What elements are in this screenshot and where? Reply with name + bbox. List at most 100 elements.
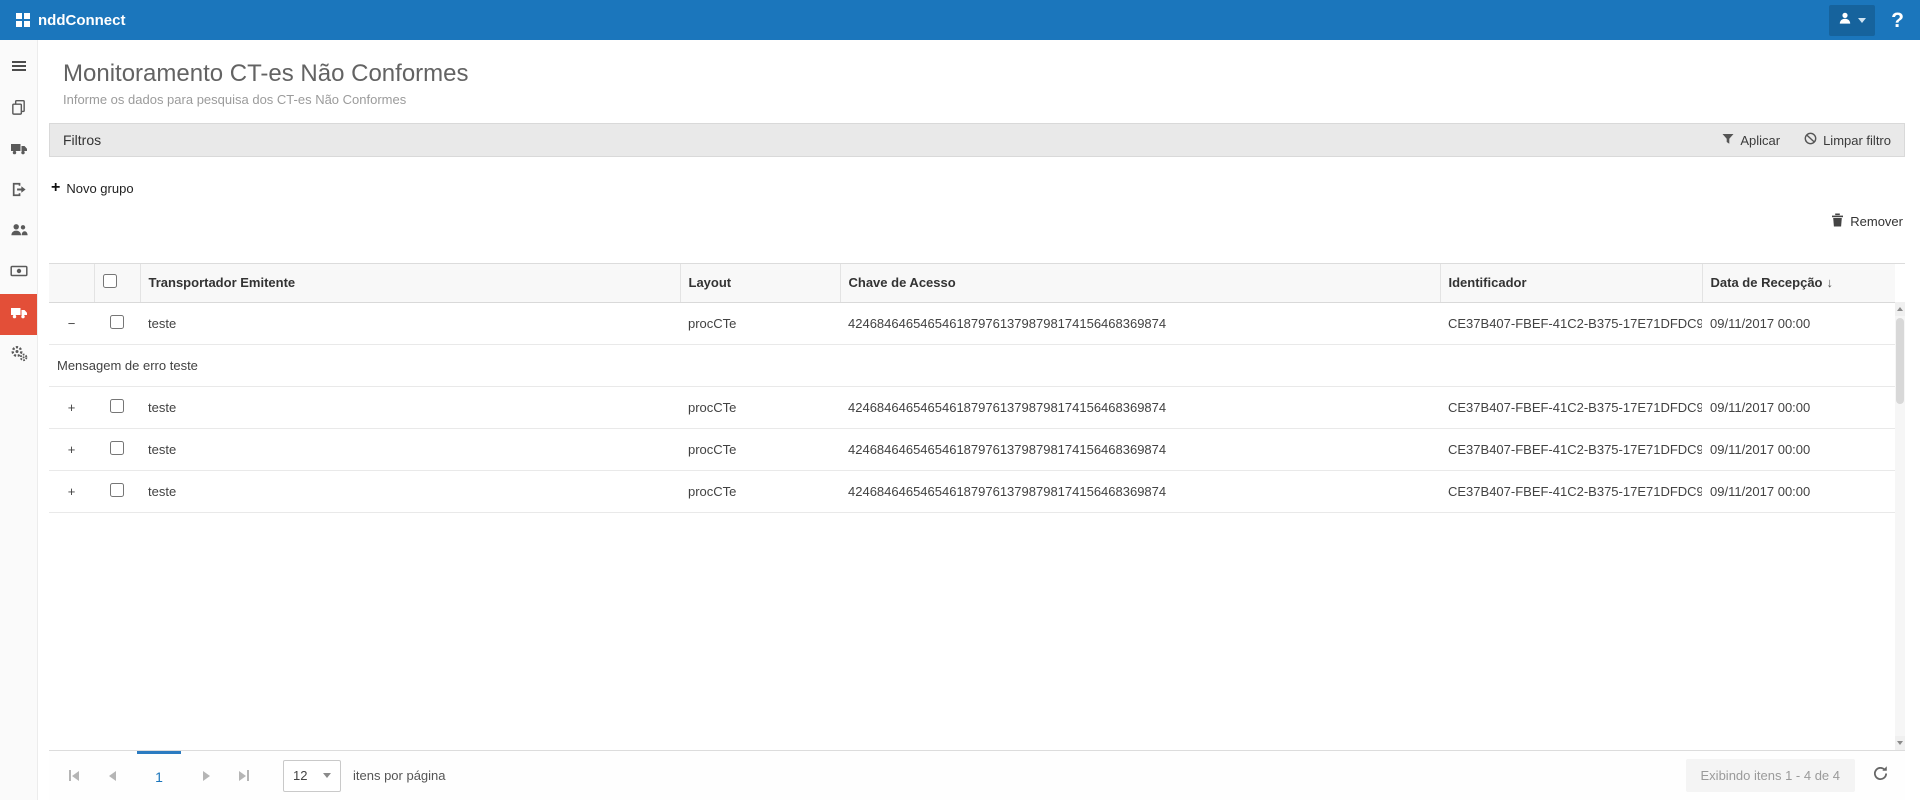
- column-header-identificador[interactable]: Identificador: [1440, 264, 1702, 302]
- sidebar-item-billing[interactable]: [0, 253, 37, 294]
- main-content: Monitoramento CT-es Não Conformes Inform…: [38, 40, 1920, 800]
- row-expand-toggle[interactable]: +: [49, 470, 94, 512]
- help-button[interactable]: ?: [1891, 10, 1904, 31]
- triangle-right-icon: [203, 771, 210, 781]
- triangle-right-icon: [239, 771, 246, 781]
- plus-icon: +: [51, 180, 60, 196]
- next-page-button[interactable]: [193, 763, 219, 789]
- clear-filter-button[interactable]: Limpar filtro: [1804, 132, 1891, 148]
- table-header-row: Transportador Emitente Layout Chave de A…: [49, 264, 1895, 302]
- row-checkbox[interactable]: [110, 315, 124, 329]
- cell-recepcao: 09/11/2017 00:00: [1702, 470, 1895, 512]
- remove-button[interactable]: Remover: [1831, 213, 1903, 230]
- triangle-down-icon: [1897, 741, 1903, 745]
- filters-panel-header: Filtros Aplicar Limpar filtro: [49, 123, 1905, 157]
- scroll-up-button[interactable]: [1895, 302, 1905, 316]
- sidebar-item-documents[interactable]: [0, 89, 37, 130]
- cell-chave: 4246846465465461879761379879817415646836…: [840, 302, 1440, 344]
- pager-info: Exibindo itens 1 - 4 de 4: [1686, 759, 1855, 792]
- funnel-icon: [1722, 133, 1734, 148]
- clear-filter-label: Limpar filtro: [1823, 133, 1891, 148]
- cell-identificador: CE37B407-FBEF-41C2-B375-17E71DFDC92F: [1440, 386, 1702, 428]
- seek-start-icon: [69, 770, 71, 781]
- user-menu-button[interactable]: [1829, 5, 1875, 36]
- row-collapse-toggle[interactable]: −: [49, 302, 94, 344]
- cell-transportador: teste: [140, 302, 680, 344]
- current-page-button[interactable]: 1: [137, 751, 181, 801]
- row-expand-toggle[interactable]: +: [49, 386, 94, 428]
- truck-icon: [10, 139, 28, 162]
- apply-filter-button[interactable]: Aplicar: [1722, 133, 1780, 148]
- refresh-button[interactable]: [1867, 763, 1893, 789]
- filters-title: Filtros: [63, 132, 101, 148]
- row-detail-message: Mensagem de erro teste: [49, 344, 1895, 386]
- row-checkbox[interactable]: [110, 483, 124, 497]
- cte-table: Transportador Emitente Layout Chave de A…: [49, 264, 1895, 513]
- grid-toolbar: Remover: [49, 197, 1905, 230]
- cell-layout: procCTe: [680, 470, 840, 512]
- scroll-down-button[interactable]: [1895, 736, 1905, 750]
- brand-name: nddConnect: [38, 12, 126, 29]
- apply-filter-label: Aplicar: [1740, 133, 1780, 148]
- filter-actions: Aplicar Limpar filtro: [1722, 132, 1891, 148]
- cell-transportador: teste: [140, 470, 680, 512]
- sort-desc-icon: ↓: [1827, 275, 1834, 290]
- column-header-data-recepcao[interactable]: Data de Recepção ↓: [1702, 264, 1895, 302]
- table-row: + teste procCTe 424684646546546187976137…: [49, 428, 1895, 470]
- sidebar-item-users[interactable]: [0, 212, 37, 253]
- expand-column-header: [49, 264, 94, 302]
- sidebar: [0, 40, 38, 800]
- users-icon: [10, 221, 28, 244]
- page-title: Monitoramento CT-es Não Conformes: [63, 60, 1905, 88]
- table-row: − teste procCTe 424684646546546187976137…: [49, 302, 1895, 344]
- sidebar-item-settings[interactable]: [0, 335, 37, 376]
- triangle-left-icon: [72, 771, 79, 781]
- brand: nddConnect: [16, 12, 126, 29]
- topbar-actions: ?: [1829, 5, 1904, 36]
- first-page-button[interactable]: [61, 763, 87, 789]
- column-header-transportador[interactable]: Transportador Emitente: [140, 264, 680, 302]
- row-checkbox[interactable]: [110, 399, 124, 413]
- new-group-button[interactable]: + Novo grupo: [51, 180, 134, 196]
- sidebar-item-fleet[interactable]: [0, 130, 37, 171]
- column-header-layout[interactable]: Layout: [680, 264, 840, 302]
- gears-icon: [10, 344, 28, 367]
- row-expand-toggle[interactable]: +: [49, 428, 94, 470]
- cell-identificador: CE37B407-FBEF-41C2-B375-17E71DFDC92F: [1440, 470, 1702, 512]
- cell-recepcao: 09/11/2017 00:00: [1702, 428, 1895, 470]
- triangle-left-icon: [109, 771, 116, 781]
- row-checkbox[interactable]: [110, 441, 124, 455]
- page-subtitle: Informe os dados para pesquisa dos CT-es…: [63, 92, 1905, 107]
- cell-identificador: CE37B407-FBEF-41C2-B375-17E71DFDC92F: [1440, 302, 1702, 344]
- page-size-dropdown[interactable]: 12: [283, 760, 341, 792]
- triangle-up-icon: [1897, 307, 1903, 311]
- items-per-page-label: itens por página: [353, 768, 446, 783]
- column-header-chave[interactable]: Chave de Acesso: [840, 264, 1440, 302]
- vertical-scrollbar[interactable]: [1895, 302, 1905, 750]
- column-header-data-recepcao-label: Data de Recepção: [1711, 275, 1823, 290]
- last-page-button[interactable]: [231, 763, 257, 789]
- cancel-circle-icon: [1804, 132, 1817, 148]
- select-all-checkbox[interactable]: [103, 274, 117, 288]
- seek-end-icon: [247, 770, 249, 781]
- money-icon: [10, 262, 28, 285]
- table-row: + teste procCTe 424684646546546187976137…: [49, 470, 1895, 512]
- remove-label: Remover: [1850, 214, 1903, 229]
- previous-page-button[interactable]: [99, 763, 125, 789]
- topbar: nddConnect ?: [0, 0, 1920, 40]
- cell-layout: procCTe: [680, 386, 840, 428]
- cell-recepcao: 09/11/2017 00:00: [1702, 302, 1895, 344]
- sidebar-item-menu-toggle[interactable]: [0, 48, 37, 89]
- data-grid: Transportador Emitente Layout Chave de A…: [49, 263, 1905, 750]
- refresh-icon: [1872, 765, 1889, 787]
- cell-layout: procCTe: [680, 428, 840, 470]
- scrollbar-thumb[interactable]: [1896, 318, 1904, 404]
- sidebar-item-cte-monitoring[interactable]: [0, 294, 37, 335]
- cell-chave: 4246846465465461879761379879817415646836…: [840, 428, 1440, 470]
- table-row: + teste procCTe 424684646546546187976137…: [49, 386, 1895, 428]
- page-size-value: 12: [293, 768, 307, 783]
- new-group-label: Novo grupo: [66, 181, 133, 196]
- chevron-down-icon: [323, 773, 331, 778]
- sidebar-item-logout[interactable]: [0, 171, 37, 212]
- exit-icon: [10, 181, 27, 203]
